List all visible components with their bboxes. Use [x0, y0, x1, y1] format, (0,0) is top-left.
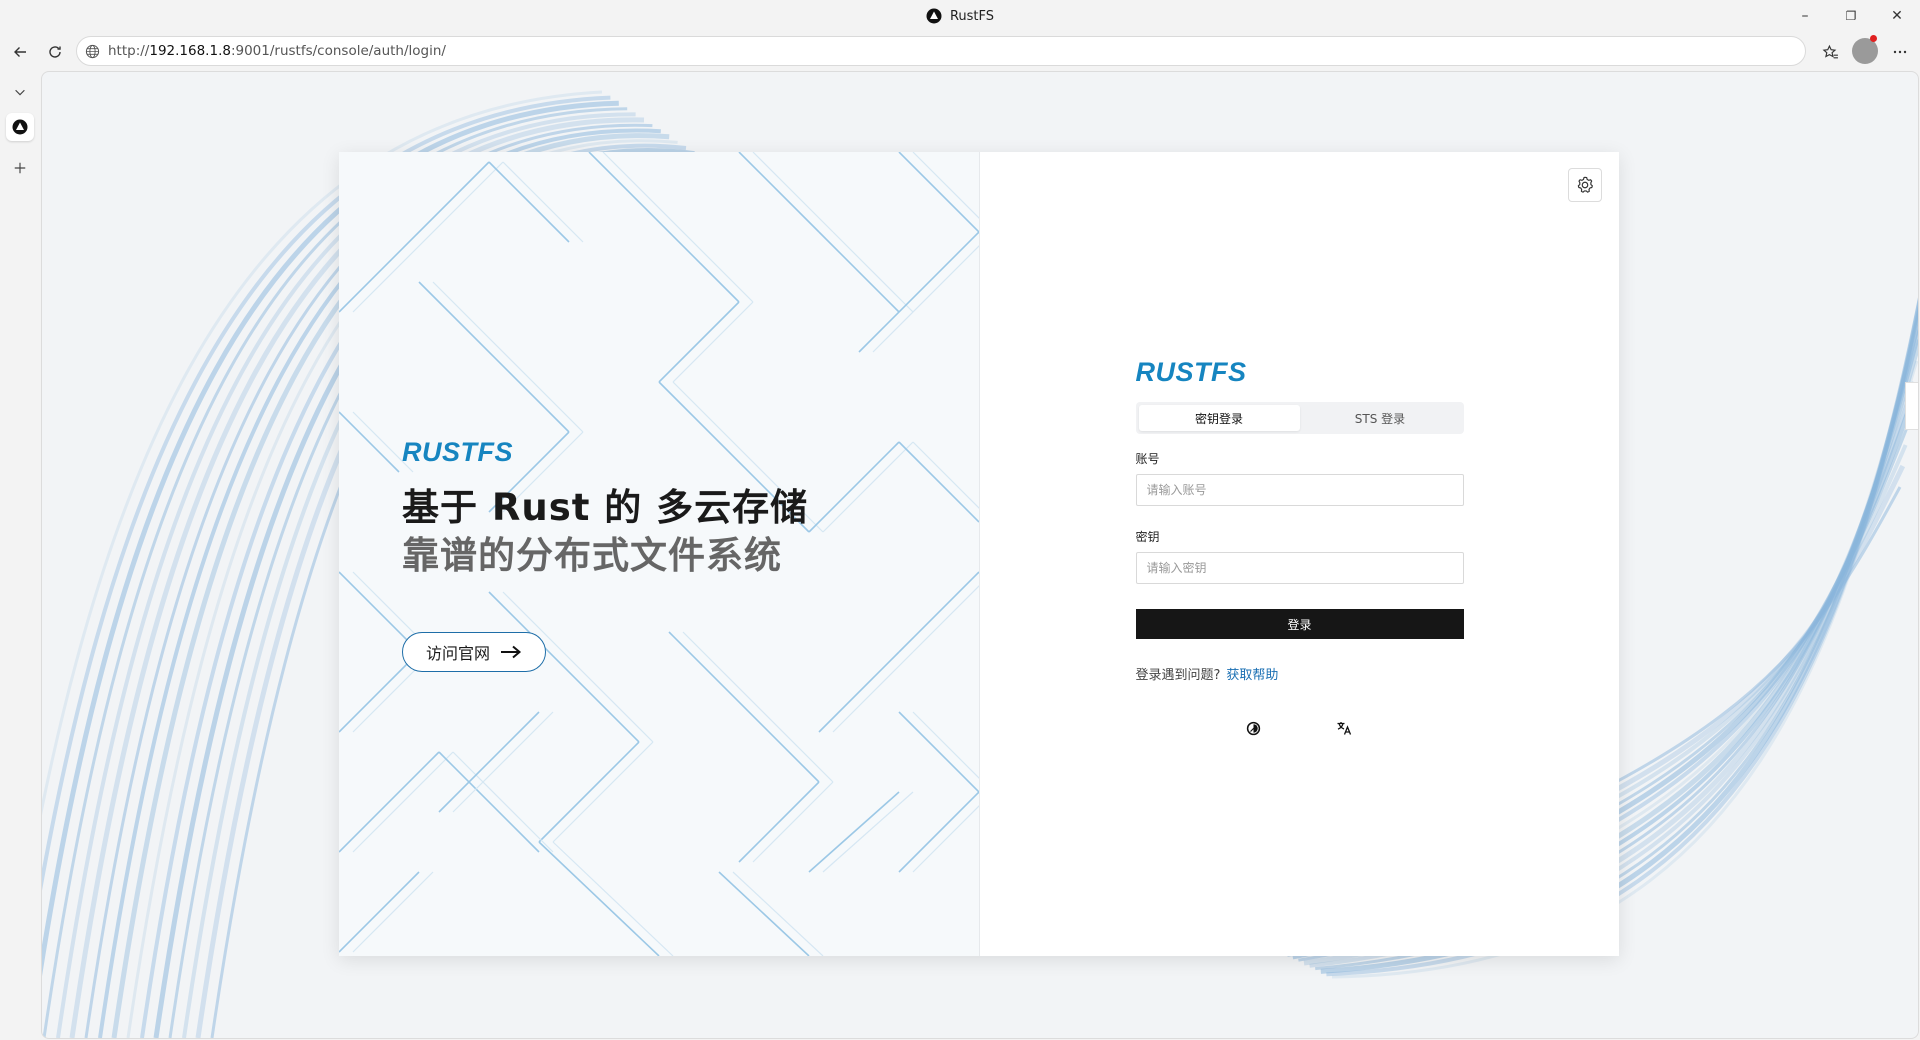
bottom-toggles [1246, 720, 1352, 736]
login-panel: RUSTFS 密钥登录 STS 登录 账号 密钥 登录 登录遇到问题? 获取帮助 [980, 152, 1620, 956]
url-host: 192.168.1.8 [149, 43, 231, 59]
rustfs-app-icon [926, 8, 942, 24]
language-toggle-button[interactable] [1336, 720, 1352, 736]
back-button[interactable] [6, 38, 34, 66]
side-feedback-tab[interactable] [1905, 382, 1918, 430]
new-tab-button[interactable] [6, 154, 34, 182]
brand-logo: RUSTFS [402, 437, 513, 467]
tab-sts-login[interactable]: STS 登录 [1300, 405, 1461, 431]
translate-icon [1337, 722, 1351, 735]
account-input[interactable] [1135, 474, 1464, 506]
favorites-button[interactable] [1816, 38, 1844, 66]
hero-content: RUSTFS 基于 Rust 的 多云存储 靠谱的分布式文件系统 访问官网 [402, 437, 808, 672]
account-label: 账号 [1135, 452, 1160, 466]
help-text: 登录遇到问题? [1135, 668, 1221, 683]
tab-list-button[interactable] [6, 78, 34, 106]
browser-toolbar: http://192.168.1.8:9001/rustfs/console/a… [0, 32, 1920, 72]
settings-gear-icon [1577, 176, 1593, 193]
get-help-link[interactable]: 获取帮助 [1226, 668, 1278, 683]
minimize-button[interactable]: – [1782, 0, 1828, 32]
url-prefix: http:// [108, 43, 150, 59]
window-title: RustFS [949, 8, 995, 24]
brand-logo-form: RUSTFS [1135, 357, 1247, 387]
back-icon [14, 47, 26, 57]
hero-headline: 基于 Rust 的 多云存储 [402, 486, 809, 529]
tab-key-login[interactable]: 密钥登录 [1138, 405, 1300, 431]
window-title-group: RustFS [0, 0, 1920, 32]
rustfs-tab-icon [12, 119, 28, 135]
arrow-right-icon [501, 645, 522, 659]
login-button[interactable]: 登录 [1135, 609, 1464, 639]
more-button[interactable] [1886, 38, 1914, 66]
restore-button[interactable]: ❐ [1828, 0, 1874, 32]
new-tab-icon [14, 162, 26, 174]
hero-panel: RUSTFS 基于 Rust 的 多云存储 靠谱的分布式文件系统 访问官网 [339, 152, 980, 956]
help-row: 登录遇到问题? 获取帮助 [1136, 664, 1464, 683]
reload-icon [49, 46, 61, 58]
hero-subline: 靠谱的分布式文件系统 [402, 534, 782, 577]
globe-icon [85, 44, 100, 59]
theme-toggle-icon [1246, 721, 1261, 735]
settings-button[interactable] [1568, 168, 1602, 202]
window-controls: – ❐ ✕ [1782, 0, 1920, 32]
vertical-tab-strip [0, 72, 40, 1040]
login-form: RUSTFS 密钥登录 STS 登录 账号 密钥 登录 登录遇到问题? 获取帮助 [1135, 357, 1464, 683]
page-viewport: RUSTFS 基于 Rust 的 多云存储 靠谱的分布式文件系统 访问官网 RU… [41, 71, 1919, 1039]
login-method-tabs: 密钥登录 STS 登录 [1135, 402, 1464, 434]
visit-website-button[interactable]: 访问官网 [402, 632, 546, 672]
chevron-down-icon [15, 89, 25, 96]
visit-website-label: 访问官网 [425, 644, 490, 663]
reload-button[interactable] [41, 38, 69, 66]
close-button[interactable]: ✕ [1874, 0, 1920, 32]
more-icon [1893, 50, 1907, 54]
tab-rustfs[interactable] [6, 113, 34, 141]
login-card: RUSTFS 基于 Rust 的 多云存储 靠谱的分布式文件系统 访问官网 RU… [339, 152, 1619, 956]
url-path: :9001/rustfs/console/auth/login/ [230, 43, 446, 59]
notification-dot [1870, 35, 1877, 42]
favorites-icon [1822, 44, 1838, 58]
secret-label: 密钥 [1135, 530, 1160, 544]
theme-toggle-button[interactable] [1246, 720, 1262, 736]
window-titlebar: RustFS – ❐ ✕ [0, 0, 1920, 32]
address-bar[interactable]: http://192.168.1.8:9001/rustfs/console/a… [76, 36, 1806, 66]
secret-input[interactable] [1135, 552, 1464, 584]
